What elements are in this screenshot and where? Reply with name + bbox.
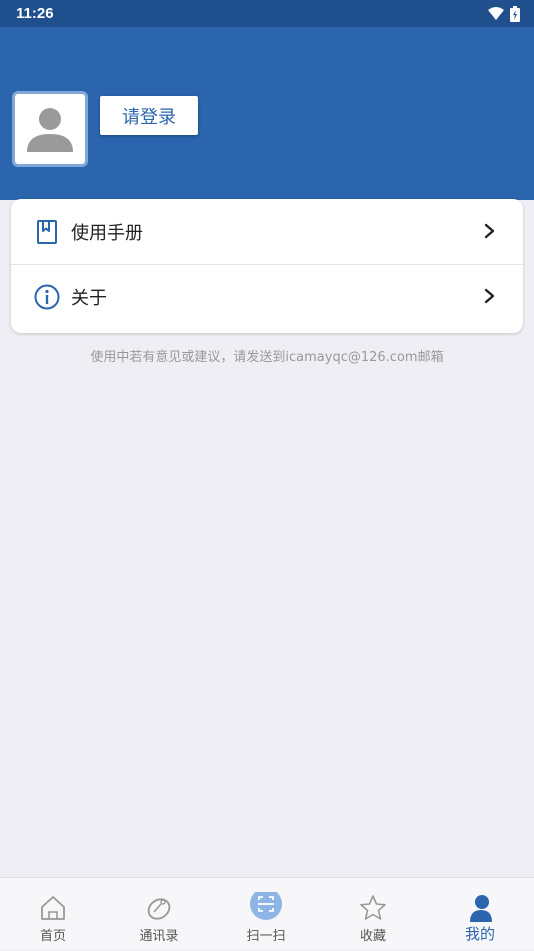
tab-scan[interactable]: 扫一扫 xyxy=(213,878,319,951)
tab-mine[interactable]: 我的 xyxy=(427,878,533,951)
tab-label: 我的 xyxy=(464,925,495,943)
menu-item-about[interactable]: 关于 xyxy=(11,264,523,330)
tab-contacts[interactable]: 通讯录 xyxy=(106,878,212,951)
tab-home[interactable]: 首页 xyxy=(0,878,106,951)
chevron-right-icon xyxy=(484,288,495,304)
menu-item-label: 使用手册 xyxy=(71,222,143,244)
feedback-hint: 使用中若有意见或建议，请发送到icamayqc@126.com邮箱 xyxy=(90,350,444,365)
tab-label: 首页 xyxy=(39,929,66,944)
menu-card: 使用手册 关于 xyxy=(11,199,523,333)
profile-header: 请登录 xyxy=(0,27,534,200)
status-bar: 11:26 xyxy=(0,0,534,27)
battery-icon xyxy=(510,5,520,22)
tab-favorites[interactable]: 收藏 xyxy=(320,878,426,951)
login-button[interactable]: 请登录 xyxy=(100,96,198,135)
person-icon xyxy=(470,895,492,922)
tab-label: 扫一扫 xyxy=(246,929,286,944)
star-icon xyxy=(360,895,386,920)
default-avatar-icon xyxy=(27,108,73,152)
home-icon xyxy=(41,896,65,920)
tab-label: 通讯录 xyxy=(139,929,179,944)
info-icon xyxy=(34,284,60,310)
status-icons xyxy=(488,5,520,22)
book-icon xyxy=(37,220,57,244)
wifi-icon xyxy=(488,6,504,20)
menu-item-manual[interactable]: 使用手册 xyxy=(11,199,523,265)
avatar[interactable] xyxy=(12,91,88,167)
contacts-icon xyxy=(147,898,171,920)
tab-label: 收藏 xyxy=(359,929,386,944)
bottom-tab-bar: 首页 通讯录 扫一扫 收藏 我的 xyxy=(0,877,534,950)
scan-icon xyxy=(250,892,282,920)
menu-item-label: 关于 xyxy=(71,288,107,309)
chevron-right-icon xyxy=(484,223,495,239)
status-time: 11:26 xyxy=(16,5,54,22)
